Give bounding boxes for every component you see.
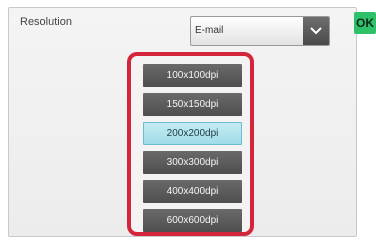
option-300x300dpi[interactable]: 300x300dpi — [143, 151, 242, 174]
option-200x200dpi[interactable]: 200x200dpi — [143, 122, 242, 145]
option-400x400dpi[interactable]: 400x400dpi — [143, 180, 242, 203]
ok-button[interactable]: OK — [354, 12, 376, 34]
mode-select[interactable]: E-mail — [190, 16, 330, 46]
mode-select-value: E-mail — [195, 25, 224, 36]
resolution-screen: Resolution E-mail OK 100x100dpi 150x150d… — [0, 0, 376, 240]
option-150x150dpi[interactable]: 150x150dpi — [143, 93, 242, 116]
resolution-dropdown: 100x100dpi 150x150dpi 200x200dpi 300x300… — [127, 52, 254, 236]
option-600x600dpi[interactable]: 600x600dpi — [143, 209, 242, 232]
resolution-label: Resolution — [20, 16, 72, 28]
option-100x100dpi[interactable]: 100x100dpi — [143, 64, 242, 87]
chevron-down-icon[interactable] — [303, 17, 329, 45]
